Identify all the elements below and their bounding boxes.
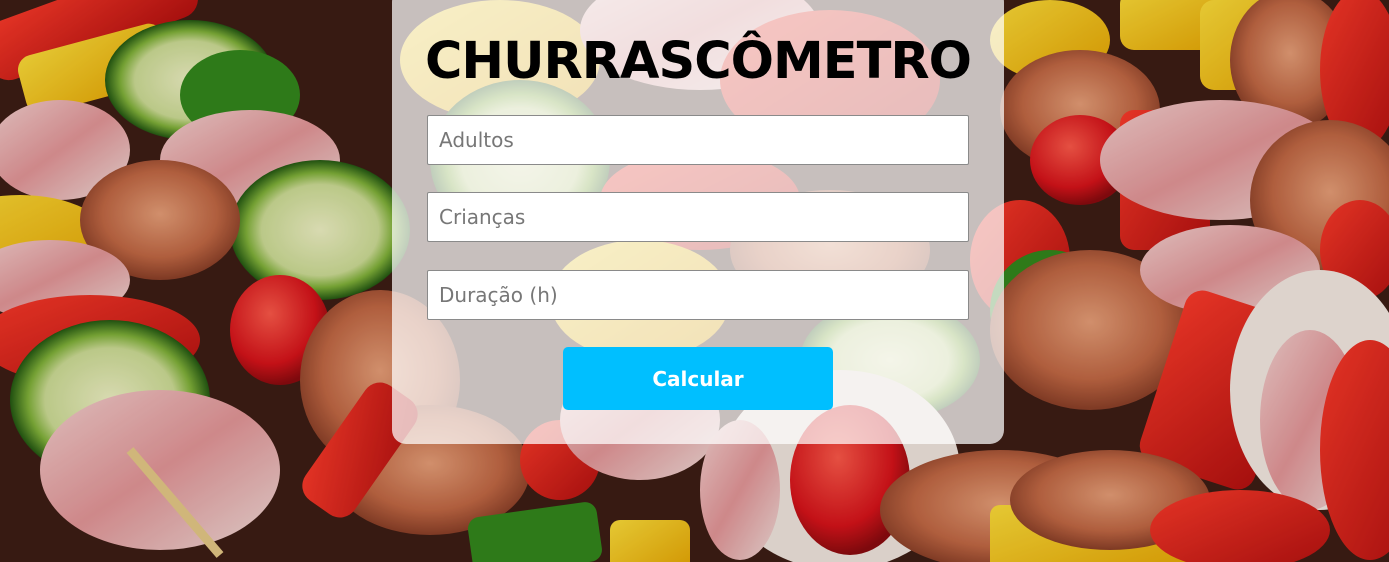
adults-input[interactable]	[427, 115, 969, 165]
calculator-card: CHURRASCÔMETRO Calcular	[392, 0, 1004, 444]
page-title: CHURRASCÔMETRO	[424, 32, 972, 91]
calculate-button[interactable]: Calcular	[563, 347, 833, 410]
duration-input[interactable]	[427, 270, 969, 320]
children-input[interactable]	[427, 192, 969, 242]
page: CHURRASCÔMETRO Calcular	[0, 0, 1389, 562]
